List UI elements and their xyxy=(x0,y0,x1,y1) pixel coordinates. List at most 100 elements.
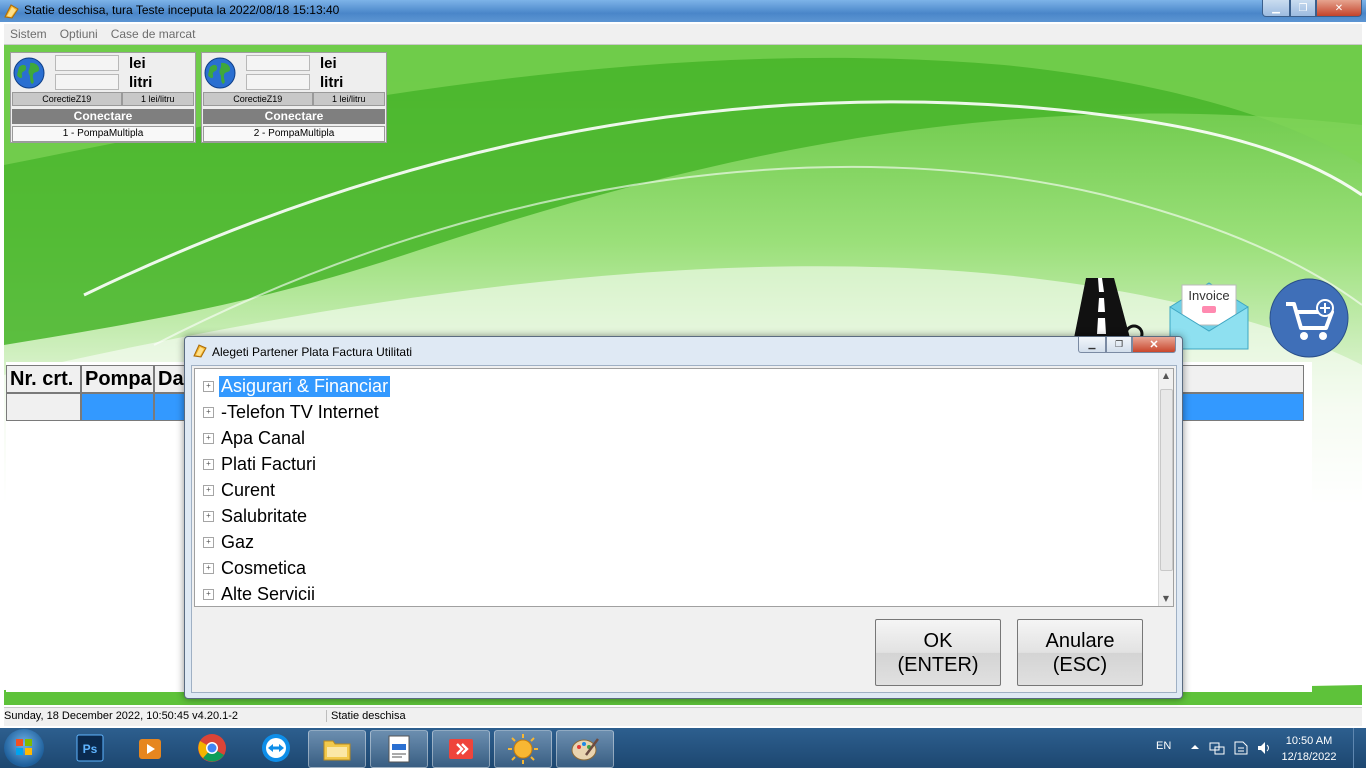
menu-bar: Sistem Optiuni Case de marcat xyxy=(4,24,1362,45)
tree-item[interactable]: + Alte Servicii xyxy=(203,582,317,606)
globe-icon xyxy=(13,57,45,89)
tree-item[interactable]: + Apa Canal xyxy=(203,426,307,450)
tree-item[interactable]: + Plati Facturi xyxy=(203,452,318,476)
price-label: 1 lei/litru xyxy=(121,92,194,106)
sun-icon xyxy=(508,734,538,764)
menu-optiuni[interactable]: Optiuni xyxy=(54,24,105,41)
amount-field xyxy=(55,55,119,71)
correction-label: CorectieZ19 xyxy=(12,92,122,106)
close-button[interactable]: ✕ xyxy=(1316,0,1362,17)
tree-item[interactable]: + Asigurari & Financiar xyxy=(203,374,391,398)
windows-logo-icon xyxy=(16,739,32,755)
taskbar-chrome[interactable] xyxy=(184,730,240,766)
add-to-cart-icon[interactable] xyxy=(1268,278,1350,358)
expand-icon[interactable]: + xyxy=(203,536,214,548)
minimize-button[interactable]: ▁ xyxy=(1262,0,1290,17)
road-icon[interactable] xyxy=(1074,278,1146,338)
column-header-pompa[interactable]: Pompa xyxy=(81,365,154,393)
expand-icon[interactable]: + xyxy=(203,432,214,444)
scroll-up-icon[interactable]: ▲ xyxy=(1159,369,1173,383)
maximize-button[interactable]: ❐ xyxy=(1290,0,1316,17)
globe-icon xyxy=(204,57,236,89)
tree-item[interactable]: + Cosmetica xyxy=(203,556,308,580)
invoice-text: Invoice xyxy=(1188,288,1229,303)
chrome-icon xyxy=(198,734,226,762)
tree-item[interactable]: + -Telefon TV Internet xyxy=(203,400,381,424)
ok-button[interactable]: OK (ENTER) xyxy=(875,619,1001,686)
window-title: Statie deschisa, tura Teste inceputa la … xyxy=(24,3,340,17)
show-desktop-button[interactable] xyxy=(1353,728,1366,768)
taskbar-explorer[interactable] xyxy=(308,730,366,768)
taskbar: Ps EN 10:50 AM 12/18/2022 xyxy=(0,728,1366,768)
app-icon xyxy=(4,4,19,19)
menu-sistem[interactable]: Sistem xyxy=(4,24,54,41)
menu-case-de-marcat[interactable]: Case de marcat xyxy=(105,24,203,41)
volume-label: litri xyxy=(129,74,153,91)
folder-icon xyxy=(323,740,351,761)
status-datetime: Sunday, 18 December 2022, 10:50:45 v4.20… xyxy=(4,710,239,722)
currency-label: lei xyxy=(320,55,337,72)
window-titlebar: Statie deschisa, tura Teste inceputa la … xyxy=(0,0,1366,22)
volume-icon[interactable] xyxy=(1256,740,1272,756)
currency-label: lei xyxy=(129,55,146,72)
table-cell[interactable] xyxy=(81,393,154,421)
status-state: Statie deschisa xyxy=(326,710,406,722)
dialog-minimize-button[interactable]: ▁ xyxy=(1078,337,1106,353)
action-center-icon[interactable] xyxy=(1233,740,1249,756)
choose-partner-dialog: Alegeti Partener Plata Factura Utilitati… xyxy=(184,336,1183,699)
category-tree[interactable]: + Asigurari & Financiar + -Telefon TV Inte… xyxy=(194,368,1174,607)
language-indicator[interactable]: EN xyxy=(1156,740,1171,752)
photoshop-icon: Ps xyxy=(76,734,104,762)
expand-icon[interactable]: + xyxy=(203,588,214,600)
tree-scrollbar[interactable]: ▲ ▼ xyxy=(1158,369,1173,606)
expand-icon[interactable]: + xyxy=(203,458,214,470)
table-cell[interactable] xyxy=(6,393,81,421)
start-button[interactable] xyxy=(4,729,44,767)
anydesk-icon xyxy=(449,739,473,759)
svg-text:Ps: Ps xyxy=(83,742,98,756)
pump-panel-1[interactable]: lei litri CorectieZ19 1 lei/litru Conect… xyxy=(10,52,196,143)
app-icon xyxy=(193,344,207,358)
volume-label: litri xyxy=(320,74,344,91)
expand-icon[interactable]: + xyxy=(203,406,214,418)
connect-button[interactable]: Conectare xyxy=(12,109,194,124)
taskbar-sun-app[interactable] xyxy=(494,730,552,768)
volume-field xyxy=(55,74,119,90)
taskbar-document[interactable] xyxy=(370,730,428,768)
expand-icon[interactable]: + xyxy=(203,484,214,496)
tree-item[interactable]: + Curent xyxy=(203,478,277,502)
scroll-down-icon[interactable]: ▼ xyxy=(1159,592,1173,606)
paint-palette-icon xyxy=(571,738,599,761)
pump-name: 2 - PompaMultipla xyxy=(203,126,385,142)
pump-name: 1 - PompaMultipla xyxy=(12,126,194,142)
scroll-thumb[interactable] xyxy=(1160,389,1173,571)
expand-icon[interactable]: + xyxy=(203,562,214,574)
media-player-icon xyxy=(139,739,161,759)
volume-field xyxy=(246,74,310,90)
taskbar-photoshop[interactable]: Ps xyxy=(62,730,118,766)
show-hidden-icons-icon[interactable] xyxy=(1190,742,1200,752)
network-icon[interactable] xyxy=(1209,740,1225,756)
dialog-maximize-button[interactable]: ❐ xyxy=(1106,337,1132,353)
dialog-body: + Asigurari & Financiar + -Telefon TV Inte… xyxy=(191,365,1177,693)
pump-panel-2[interactable]: lei litri CorectieZ19 1 lei/litru Conect… xyxy=(201,52,387,143)
taskbar-clock[interactable]: 10:50 AM 12/18/2022 xyxy=(1274,733,1344,765)
connect-button[interactable]: Conectare xyxy=(203,109,385,124)
taskbar-anydesk[interactable] xyxy=(432,730,490,768)
amount-field xyxy=(246,55,310,71)
dialog-close-button[interactable]: ✕ xyxy=(1132,337,1176,353)
correction-label: CorectieZ19 xyxy=(203,92,313,106)
taskbar-paint[interactable] xyxy=(556,730,614,768)
taskbar-teamviewer[interactable] xyxy=(248,730,304,766)
cancel-button[interactable]: Anulare (ESC) xyxy=(1017,619,1143,686)
tree-item[interactable]: + Gaz xyxy=(203,530,256,554)
status-bar: Sunday, 18 December 2022, 10:50:45 v4.20… xyxy=(4,707,1362,726)
dialog-titlebar: Alegeti Partener Plata Factura Utilitati… xyxy=(185,337,1182,365)
tree-item[interactable]: + Salubritate xyxy=(203,504,309,528)
taskbar-media-player[interactable] xyxy=(122,730,178,766)
expand-icon[interactable]: + xyxy=(203,380,214,392)
price-label: 1 lei/litru xyxy=(312,92,385,106)
expand-icon[interactable]: + xyxy=(203,510,214,522)
dialog-title: Alegeti Partener Plata Factura Utilitati xyxy=(212,345,413,359)
column-header-nr-crt[interactable]: Nr. crt. xyxy=(6,365,81,393)
